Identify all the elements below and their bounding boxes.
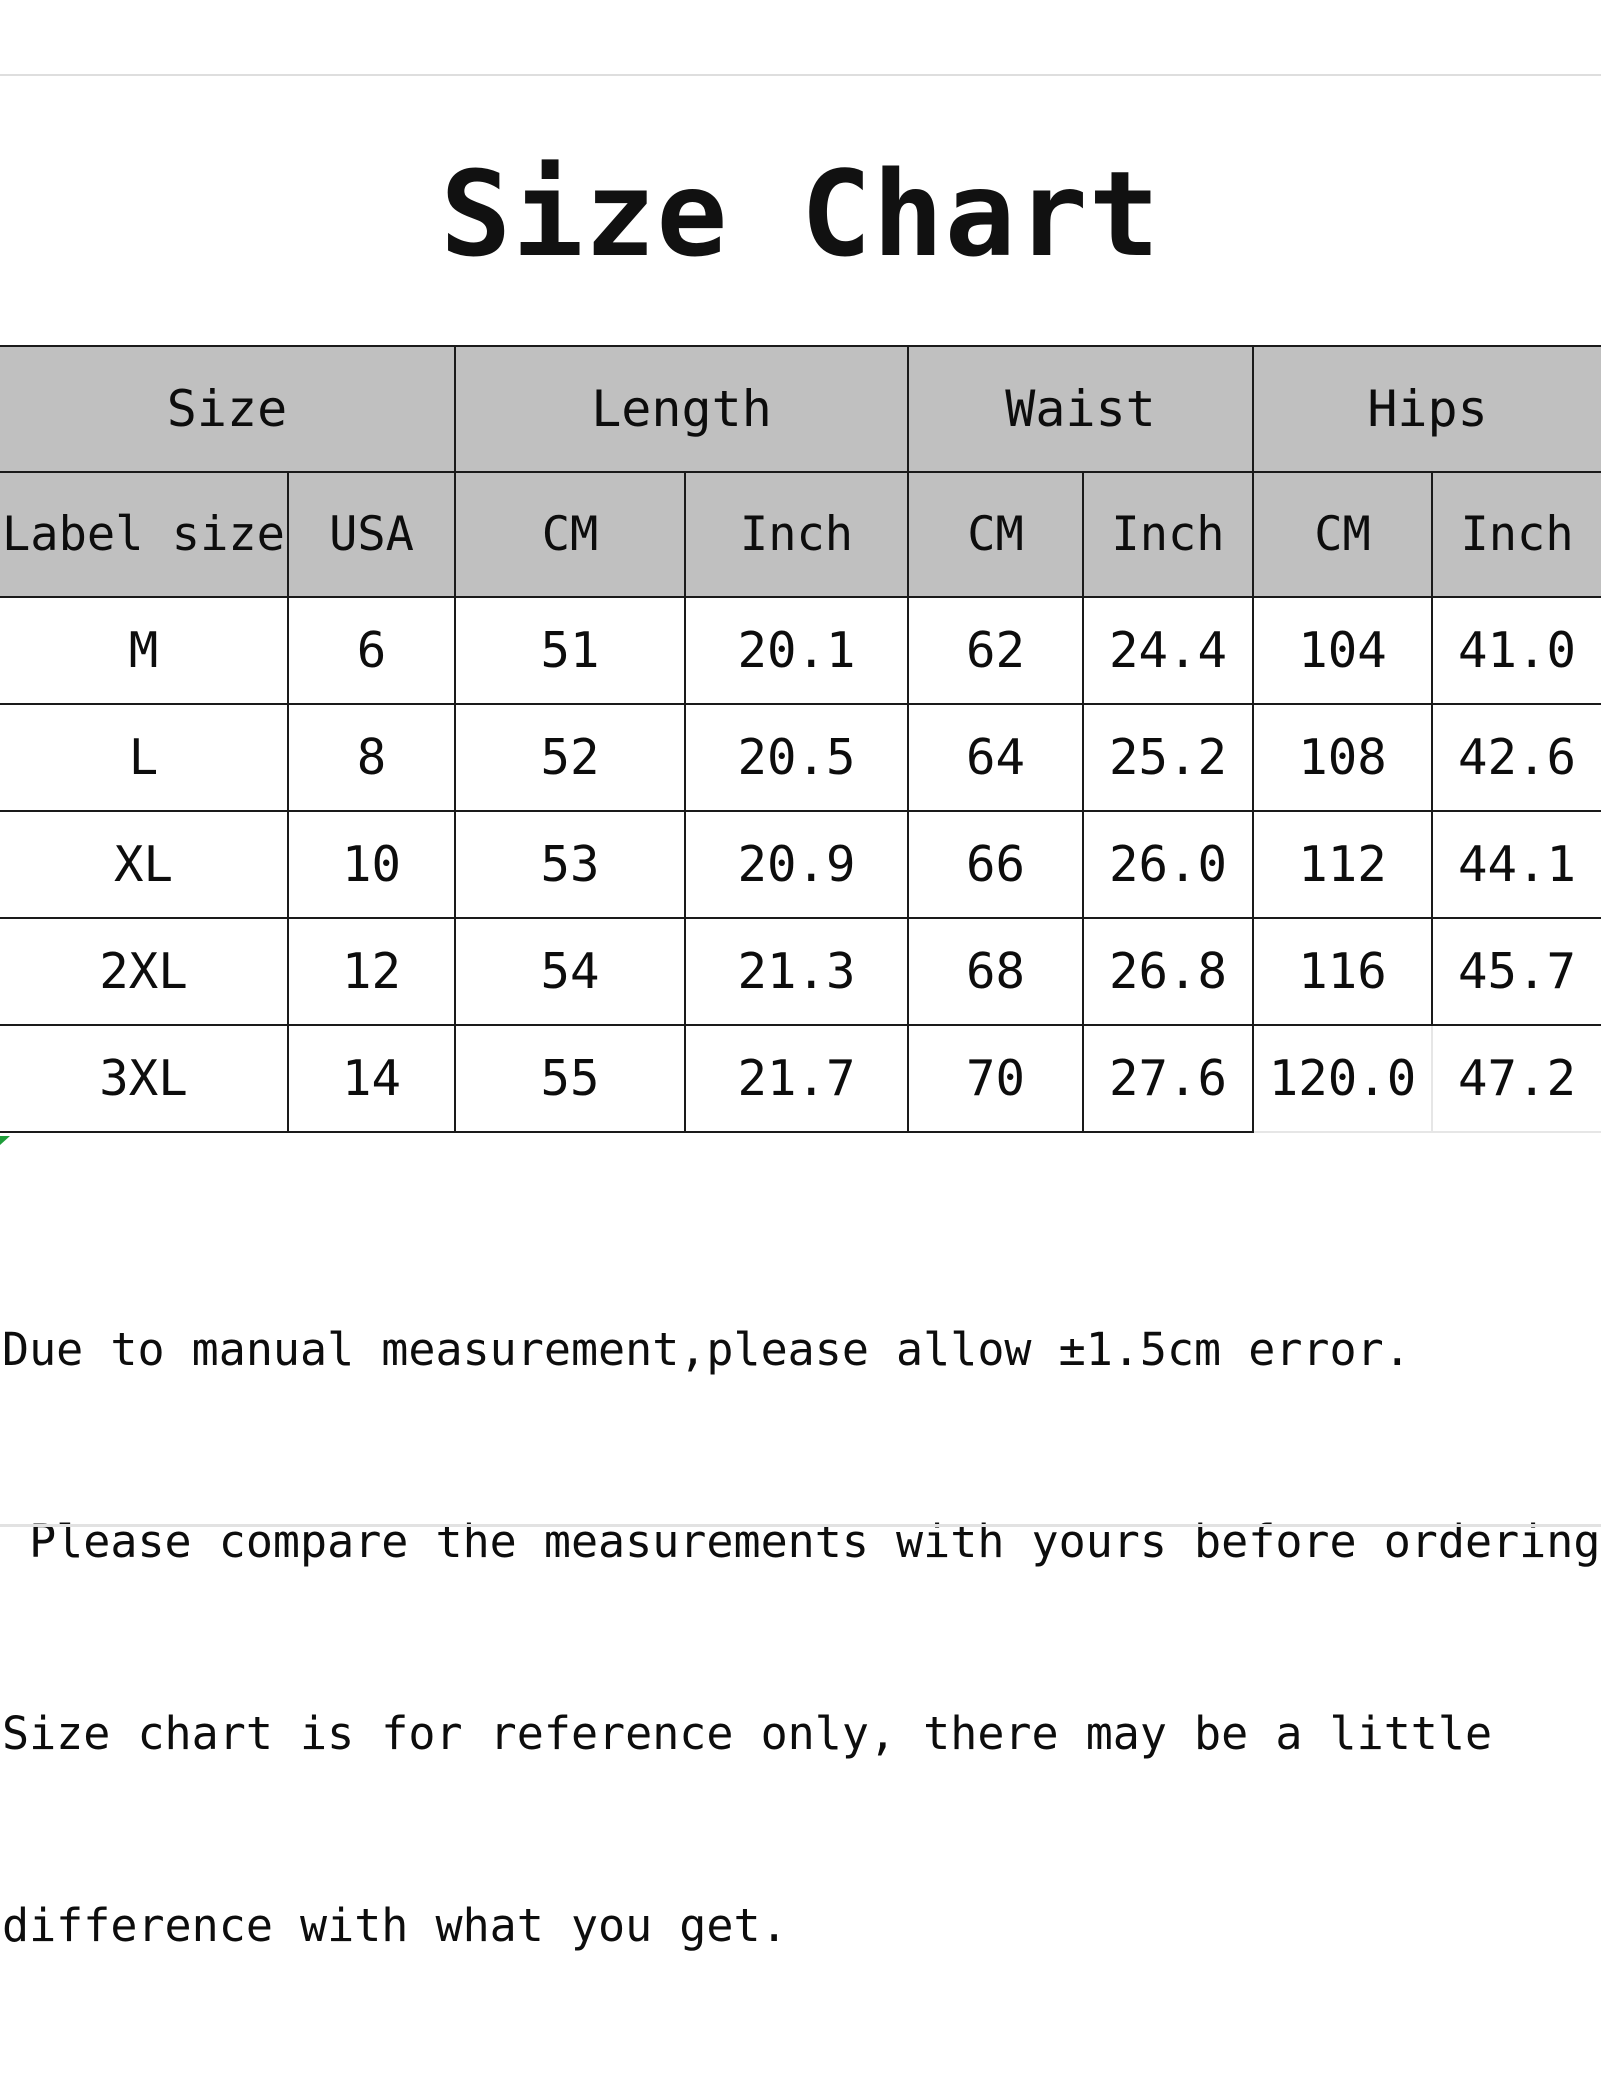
cell-length-cm: 51 — [454, 596, 687, 705]
sub-header-hips-cm: CM — [1252, 471, 1434, 598]
table-row: XL 10 53 20.9 66 26.0 112 44.1 — [0, 810, 1601, 919]
cell-usa: 10 — [286, 810, 457, 919]
sub-header-row: Label size USA CM Inch CM Inch CM Inch — [0, 471, 1601, 598]
cell-waist-inch: 25.2 — [1082, 703, 1255, 812]
cell-hips-cm: 116 — [1252, 917, 1434, 1026]
cell-length-inch: 21.7 — [684, 1024, 910, 1133]
cell-label-size: L — [0, 703, 289, 812]
sub-header-usa: USA — [286, 471, 457, 598]
cell-length-cm: 53 — [454, 810, 687, 919]
cell-length-inch: 21.3 — [684, 917, 910, 1026]
cell-waist-inch: 26.0 — [1082, 810, 1255, 919]
cell-waist-cm: 64 — [907, 703, 1085, 812]
cell-hips-inch: 47.2 — [1431, 1024, 1601, 1133]
sub-header-waist-inch: Inch — [1082, 471, 1255, 598]
top-divider — [0, 74, 1601, 76]
sub-header-hips-inch: Inch — [1431, 471, 1601, 598]
group-header-waist: Waist — [907, 345, 1255, 473]
size-table-head: Size Length Waist Hips Label size USA CM… — [0, 345, 1601, 598]
cell-usa: 14 — [286, 1024, 457, 1133]
note-line-3: Size chart is for reference only, there … — [2, 1707, 1493, 1760]
cell-length-inch: 20.5 — [684, 703, 910, 812]
cell-hips-cm: 108 — [1252, 703, 1434, 812]
cell-waist-cm: 68 — [907, 917, 1085, 1026]
cell-waist-cm: 62 — [907, 596, 1085, 705]
size-table-container: Size Length Waist Hips Label size USA CM… — [0, 345, 1601, 1133]
size-chart-page: Size Chart Size Length Waist Hips Label … — [0, 0, 1601, 1952]
cell-waist-inch: 26.8 — [1082, 917, 1255, 1026]
sub-header-length-inch: Inch — [684, 471, 910, 598]
cell-length-inch: 20.1 — [684, 596, 910, 705]
sub-header-length-cm: CM — [454, 471, 687, 598]
measurement-notes: Due to manual measurement,please allow ±… — [2, 1190, 1601, 2086]
cell-length-inch: 20.9 — [684, 810, 910, 919]
sub-header-waist-cm: CM — [907, 471, 1085, 598]
size-table: Size Length Waist Hips Label size USA CM… — [0, 345, 1601, 1133]
table-row: L 8 52 20.5 64 25.2 108 42.6 — [0, 703, 1601, 812]
note-line-4: difference with what you get. — [2, 1899, 788, 1952]
cell-label-size: 2XL — [0, 917, 289, 1026]
cell-waist-inch: 27.6 — [1082, 1024, 1255, 1133]
note-line-2: Please compare the measurements with you… — [2, 1515, 1601, 1568]
group-header-length: Length — [454, 345, 910, 473]
table-row: 2XL 12 54 21.3 68 26.8 116 45.7 — [0, 917, 1601, 1026]
cell-label-size: M — [0, 596, 289, 705]
cell-waist-inch: 24.4 — [1082, 596, 1255, 705]
cell-length-cm: 55 — [454, 1024, 687, 1133]
bottom-divider — [0, 1524, 1601, 1527]
cell-usa: 12 — [286, 917, 457, 1026]
cell-waist-cm: 70 — [907, 1024, 1085, 1133]
sub-header-label-size: Label size — [0, 471, 289, 598]
group-header-hips: Hips — [1252, 345, 1601, 473]
cell-hips-cm: 104 — [1252, 596, 1434, 705]
cell-hips-cm: 120.0 — [1252, 1024, 1434, 1133]
size-table-body: M 6 51 20.1 62 24.4 104 41.0 L 8 52 20.5… — [0, 596, 1601, 1133]
cell-hips-inch: 41.0 — [1431, 596, 1601, 705]
cell-length-cm: 54 — [454, 917, 687, 1026]
group-header-size: Size — [0, 345, 457, 473]
cell-hips-inch: 45.7 — [1431, 917, 1601, 1026]
cell-length-cm: 52 — [454, 703, 687, 812]
cell-hips-inch: 42.6 — [1431, 703, 1601, 812]
table-corner-artifact — [0, 1136, 10, 1145]
note-line-1: Due to manual measurement,please allow ±… — [2, 1323, 1411, 1376]
page-title: Size Chart — [440, 145, 1161, 283]
cell-label-size: XL — [0, 810, 289, 919]
table-row: 3XL 14 55 21.7 70 27.6 120.0 47.2 — [0, 1024, 1601, 1133]
cell-hips-inch: 44.1 — [1431, 810, 1601, 919]
cell-usa: 6 — [286, 596, 457, 705]
cell-label-size: 3XL — [0, 1024, 289, 1133]
table-row: M 6 51 20.1 62 24.4 104 41.0 — [0, 596, 1601, 705]
cell-waist-cm: 66 — [907, 810, 1085, 919]
group-header-row: Size Length Waist Hips — [0, 345, 1601, 473]
cell-hips-cm: 112 — [1252, 810, 1434, 919]
cell-usa: 8 — [286, 703, 457, 812]
